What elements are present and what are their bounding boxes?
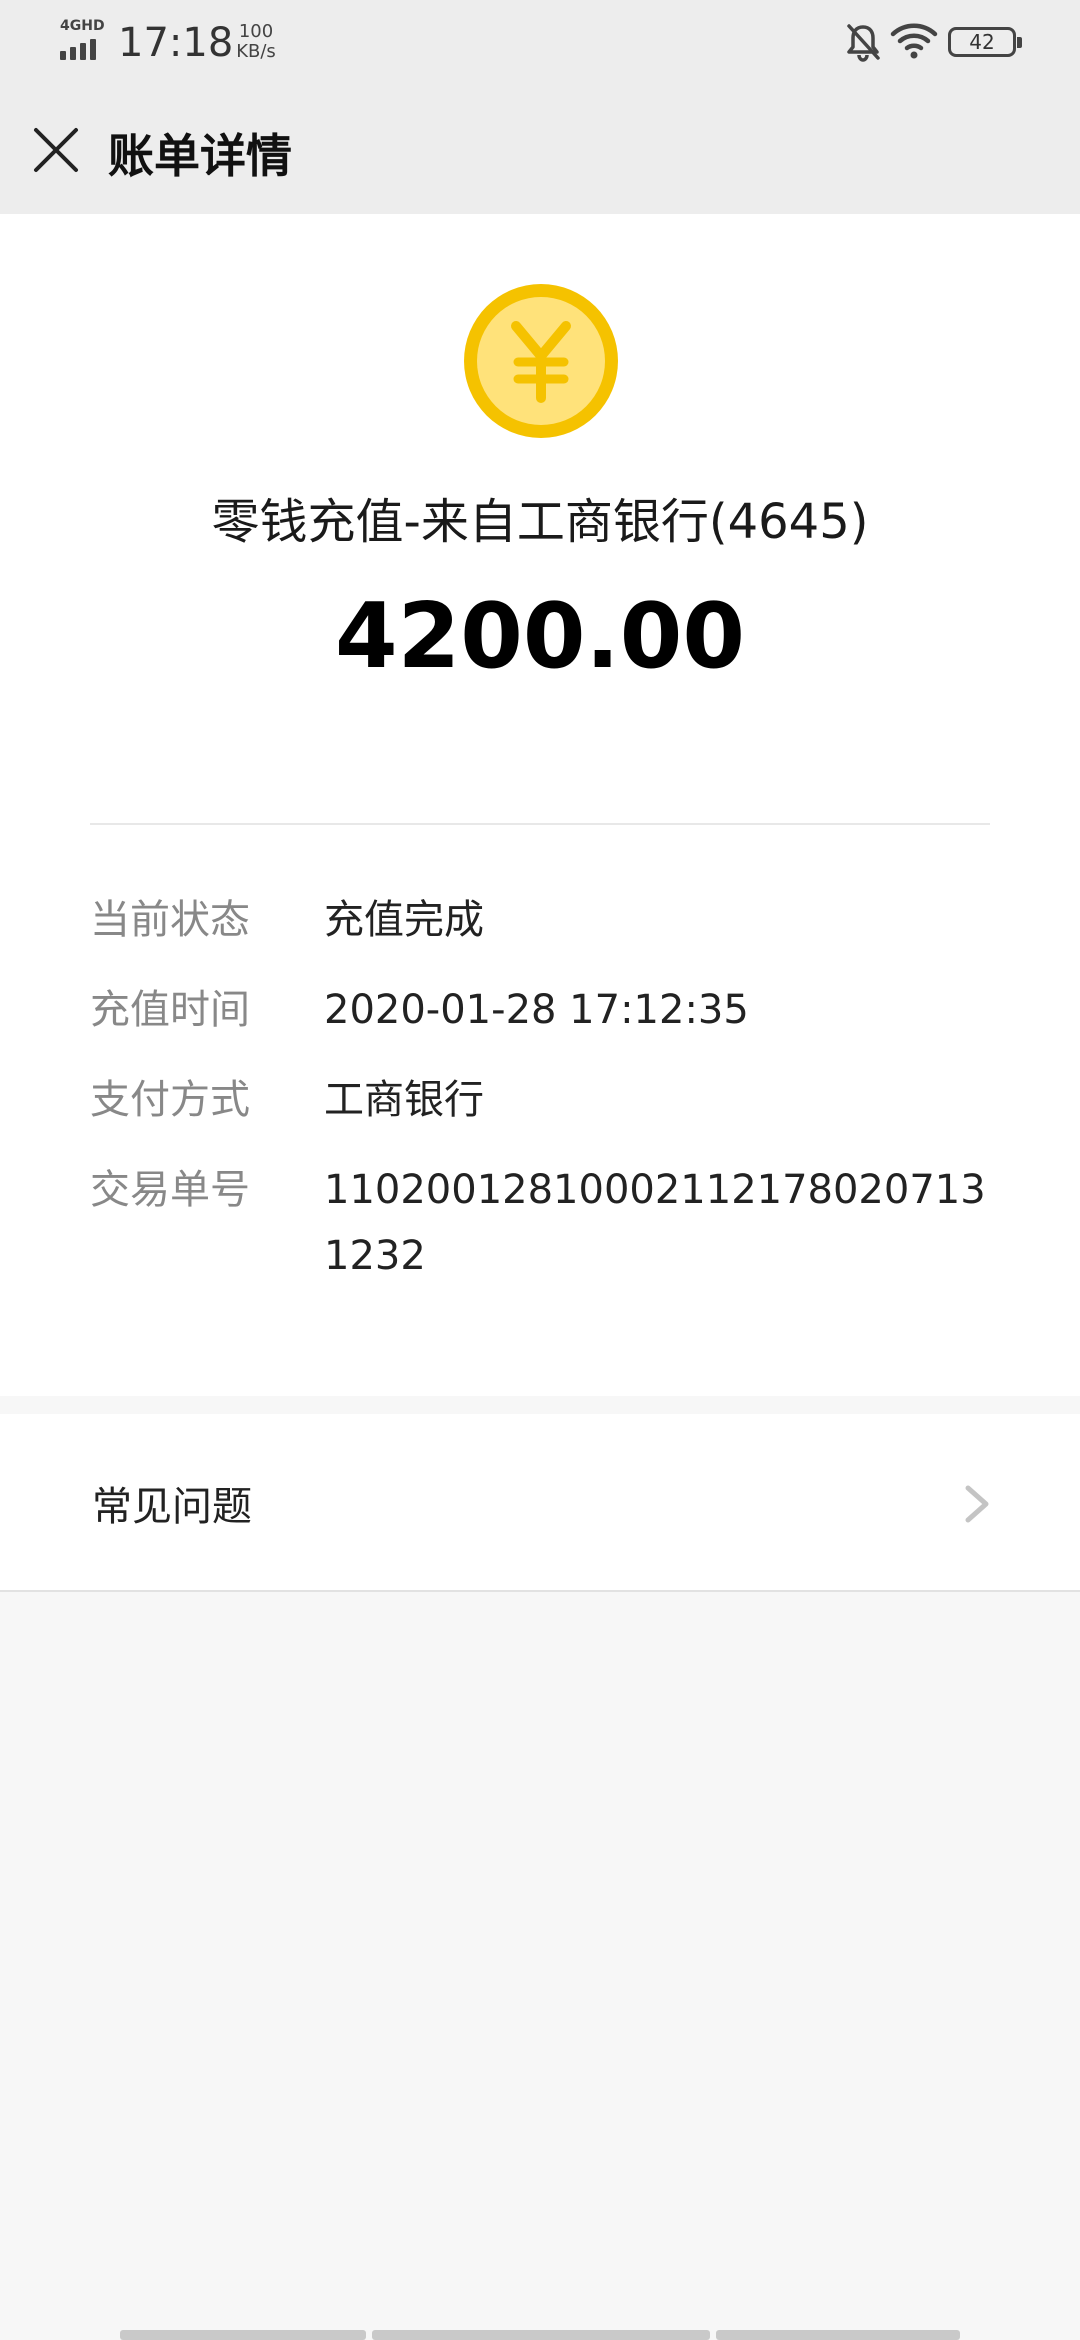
detail-value: 110200128100021121780207131232 xyxy=(324,1167,986,1279)
top-bar: 账单详情 xyxy=(0,86,1080,214)
merchant-name: 零钱充值-来自工商银行(4645) xyxy=(211,494,869,550)
network-speed: 100 KB/s xyxy=(226,22,286,62)
bill-detail-card: 零钱充值-来自工商银行(4645) 4200.00 当前状态 充值完成 充值时间… xyxy=(0,214,1080,1396)
detail-label: 当前状态 xyxy=(90,897,250,943)
detail-row-transaction-id: 交易单号 110200128100021121780207131232 xyxy=(90,1154,990,1289)
battery-level: 42 xyxy=(969,30,995,54)
faq-label: 常见问题 xyxy=(92,1484,252,1530)
detail-row-payment-method: 支付方式 工商银行 xyxy=(90,1064,990,1136)
status-bar: 4GHD 17:18 100 KB/s 42 xyxy=(0,0,1080,86)
signal-strength-icon: 4GHD xyxy=(58,18,108,60)
wifi-icon xyxy=(890,23,938,59)
chevron-right-icon xyxy=(965,1485,989,1523)
divider xyxy=(90,823,990,825)
yuan-coin-icon xyxy=(464,284,618,438)
detail-value: 工商银行 xyxy=(324,1077,484,1123)
detail-row-status: 当前状态 充值完成 xyxy=(90,884,990,956)
detail-label: 交易单号 xyxy=(90,1167,250,1213)
faq-row[interactable]: 常见问题 xyxy=(0,1414,1080,1592)
network-speed-unit: KB/s xyxy=(236,41,276,62)
bell-muted-icon xyxy=(847,24,880,62)
status-time: 17:18 xyxy=(118,20,234,66)
battery-indicator: 42 xyxy=(948,27,1022,57)
detail-list: 当前状态 充值完成 充值时间 2020-01-28 17:12:35 支付方式 … xyxy=(90,884,990,1307)
page-title: 账单详情 xyxy=(108,129,292,183)
detail-label: 充值时间 xyxy=(90,987,250,1033)
transaction-amount: 4200.00 xyxy=(335,584,745,689)
detail-value: 2020-01-28 17:12:35 xyxy=(324,987,749,1033)
detail-row-time: 充值时间 2020-01-28 17:12:35 xyxy=(90,974,990,1046)
network-speed-value: 100 xyxy=(238,21,274,42)
network-type: 4GHD xyxy=(60,18,105,34)
detail-value: 充值完成 xyxy=(324,897,484,943)
close-icon[interactable] xyxy=(30,124,82,176)
detail-label: 支付方式 xyxy=(90,1077,250,1123)
navigation-hint-bar xyxy=(0,2330,1080,2340)
